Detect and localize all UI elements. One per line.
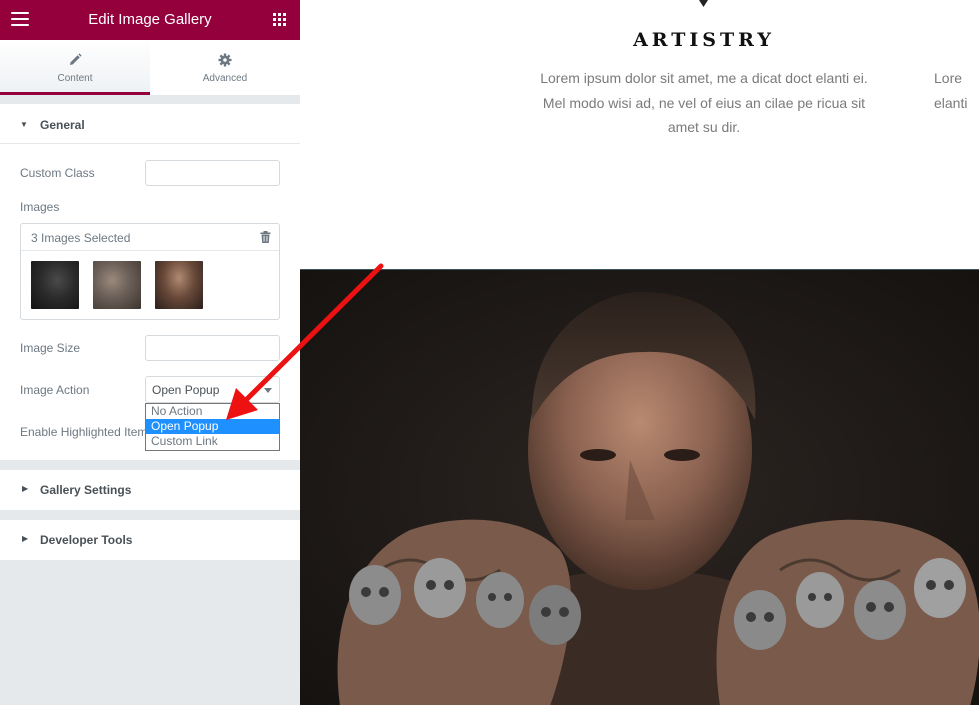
image-action-selected-value: Open Popup: [152, 383, 220, 397]
hero-photo-illustration: [300, 270, 979, 705]
caret-right-icon: ▶: [22, 534, 29, 543]
section-gallery-settings-label: Gallery Settings: [40, 483, 132, 497]
gear-icon: [218, 53, 232, 67]
section-general-toggle[interactable]: ▼ General: [0, 104, 300, 144]
tab-advanced-label: Advanced: [202, 73, 248, 84]
panel-tabs: Content Advanced: [0, 40, 300, 95]
gallery-media-control[interactable]: 3 Images Selected: [20, 223, 280, 320]
option-open-popup[interactable]: Open Popup: [146, 419, 279, 434]
image-size-label: Image Size: [20, 341, 81, 355]
image-action-select[interactable]: Open Popup: [145, 376, 280, 403]
images-label: Images: [20, 200, 60, 214]
tab-content-label: Content: [57, 73, 93, 84]
highlighted-item-label: Enable Highlighted Item: [20, 425, 147, 439]
images-selected-count: 3 Images Selected: [31, 231, 131, 245]
panel-header: Edit Image Gallery: [0, 0, 300, 40]
section-developer-tools-toggle[interactable]: ▶ Developer Tools: [0, 520, 300, 560]
caret-right-icon: ▶: [22, 484, 29, 493]
panel-title: Edit Image Gallery: [88, 11, 212, 28]
tab-advanced[interactable]: Advanced: [150, 40, 300, 95]
gallery-thumbnail[interactable]: [93, 261, 141, 309]
gallery-media-header: 3 Images Selected: [21, 224, 279, 251]
gallery-thumbnail[interactable]: [155, 261, 203, 309]
image-action-options: No Action Open Popup Custom Link: [145, 403, 280, 451]
editor-panel: Edit Image Gallery Content Advanced ▼ Ge…: [0, 0, 300, 705]
widgets-grid-icon[interactable]: [273, 13, 287, 27]
preview-heading: ARTISTRY: [633, 29, 775, 51]
section-gallery-settings-toggle[interactable]: ▶ Gallery Settings: [0, 470, 300, 510]
dropdown-arrow-icon: [264, 388, 272, 393]
tabs-divider: [0, 95, 300, 103]
preview-paragraph: Lorem ipsum dolor sit amet, me a dicat d…: [540, 70, 868, 135]
trash-icon[interactable]: [260, 231, 271, 243]
option-custom-link[interactable]: Custom Link: [146, 434, 279, 449]
image-size-input[interactable]: [145, 335, 280, 361]
general-section: ▼ General Custom Class Images 3 Images S…: [0, 104, 300, 460]
custom-class-input[interactable]: [145, 160, 280, 186]
divider-ornament-icon: [699, 0, 708, 7]
custom-class-label: Custom Class: [20, 166, 95, 180]
caret-down-icon: ▼: [20, 120, 28, 129]
page-preview: ARTISTRY Lorem ipsum dolor sit amet, me …: [300, 0, 979, 705]
image-action-label: Image Action: [20, 383, 90, 397]
section-general-label: General: [40, 118, 85, 132]
tab-content[interactable]: Content: [0, 40, 150, 95]
option-no-action[interactable]: No Action: [146, 404, 279, 419]
section-developer-tools-label: Developer Tools: [40, 533, 133, 547]
gallery-thumbnail[interactable]: [31, 261, 79, 309]
preview-paragraph-clipped: Lore elanti: [934, 70, 968, 111]
hero-photo: [300, 269, 979, 705]
pencil-icon: [70, 53, 82, 65]
